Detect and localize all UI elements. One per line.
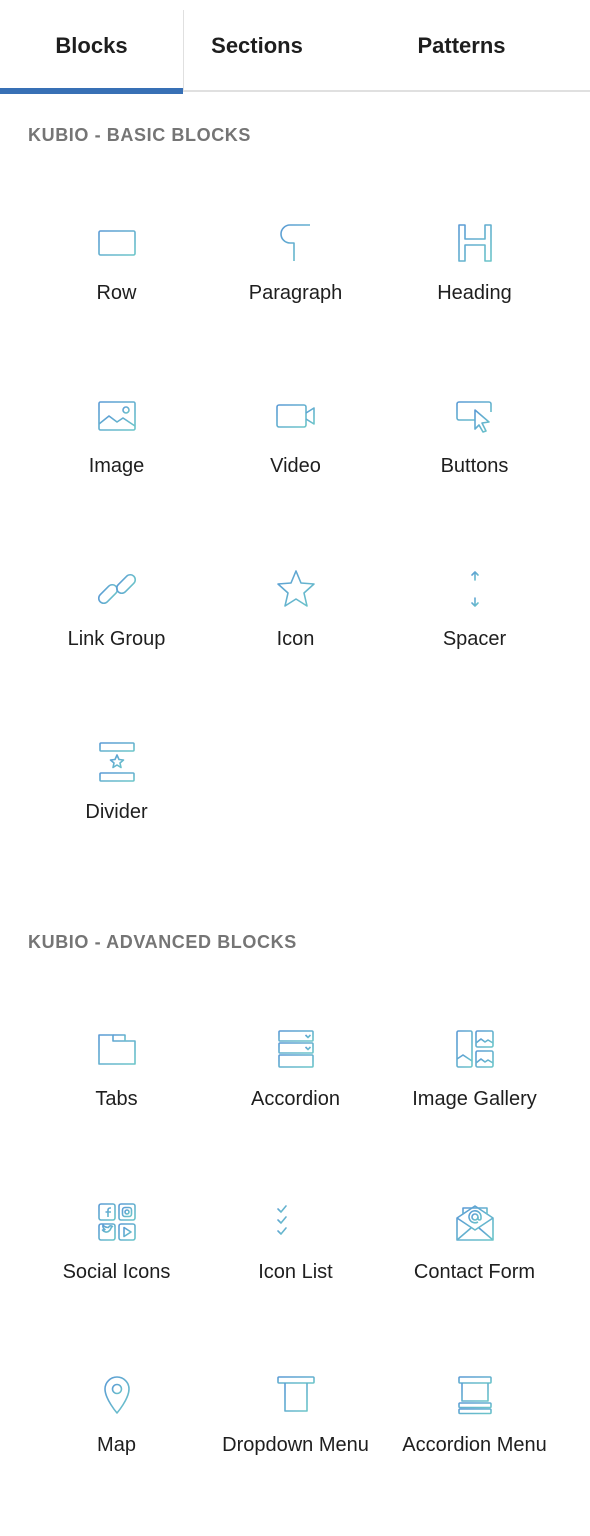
video-icon [274, 394, 318, 438]
block-heading[interactable]: Heading [385, 221, 564, 371]
block-label: Social Icons [62, 1261, 171, 1283]
inserter-tabs: Blocks Sections Patterns [0, 0, 590, 94]
accordion-menu-icon [453, 1373, 497, 1417]
block-label: Video [270, 455, 321, 477]
block-paragraph[interactable]: Paragraph [206, 221, 385, 371]
block-contact-form[interactable]: Contact Form [385, 1200, 564, 1350]
image-icon [95, 394, 139, 438]
block-label: Icon [276, 628, 315, 650]
block-accordion[interactable]: Accordion [206, 1027, 385, 1177]
block-label: Map [97, 1434, 136, 1456]
block-label: Divider [85, 801, 148, 823]
block-label: Link Group [67, 628, 166, 650]
gallery-icon [453, 1027, 497, 1071]
block-dropdown-menu[interactable]: Dropdown Menu [206, 1373, 385, 1523]
block-label: Image Gallery [412, 1088, 537, 1110]
block-label: Accordion Menu [402, 1434, 547, 1456]
block-label: Spacer [442, 628, 507, 650]
tab-sections[interactable]: Sections [183, 0, 331, 92]
block-link-group[interactable]: Link Group [27, 567, 206, 717]
block-label: Dropdown Menu [222, 1434, 369, 1456]
block-label: Image [88, 455, 145, 477]
block-label: Contact Form [413, 1261, 536, 1283]
block-label: Paragraph [248, 282, 343, 304]
block-divider[interactable]: Divider [27, 740, 206, 890]
tab-patterns[interactable]: Patterns [390, 0, 533, 92]
paragraph-icon [274, 221, 318, 265]
block-label: Buttons [440, 455, 509, 477]
block-video[interactable]: Video [206, 394, 385, 544]
star-icon [274, 567, 318, 611]
link-icon [95, 567, 139, 611]
tab-blocks[interactable]: Blocks [0, 0, 183, 94]
accordion-icon [274, 1027, 318, 1071]
block-label: Heading [437, 282, 512, 304]
section-title-advanced-blocks: KUBIO - ADVANCED BLOCKS [28, 932, 297, 952]
heading-icon [453, 221, 497, 265]
block-buttons[interactable]: Buttons [385, 394, 564, 544]
divider-icon [95, 740, 139, 784]
block-map[interactable]: Map [27, 1373, 206, 1523]
block-image-gallery[interactable]: Image Gallery [385, 1027, 564, 1177]
block-accordion-menu[interactable]: Accordion Menu [385, 1373, 564, 1523]
block-spacer[interactable]: Spacer [385, 567, 564, 717]
social-grid-icon [95, 1200, 139, 1244]
block-row[interactable]: Row [27, 221, 206, 371]
block-icon-list[interactable]: Icon List [206, 1200, 385, 1350]
block-label: Tabs [95, 1088, 138, 1110]
block-tabs[interactable]: Tabs [27, 1027, 206, 1177]
dropdown-menu-icon [274, 1373, 318, 1417]
block-icon[interactable]: Icon [206, 567, 385, 717]
checklist-icon [274, 1200, 318, 1244]
spacer-icon [453, 567, 497, 611]
envelope-at-icon [453, 1200, 497, 1244]
columns-icon [95, 221, 139, 265]
block-image[interactable]: Image [27, 394, 206, 544]
folder-tabs-icon [95, 1027, 139, 1071]
button-cursor-icon [453, 394, 497, 438]
block-label: Icon List [258, 1261, 333, 1283]
section-title-basic-blocks: KUBIO - BASIC BLOCKS [28, 125, 251, 145]
map-pin-icon [95, 1373, 139, 1417]
block-social-icons[interactable]: Social Icons [27, 1200, 206, 1350]
block-label: Row [96, 282, 137, 304]
block-label: Accordion [251, 1088, 340, 1110]
